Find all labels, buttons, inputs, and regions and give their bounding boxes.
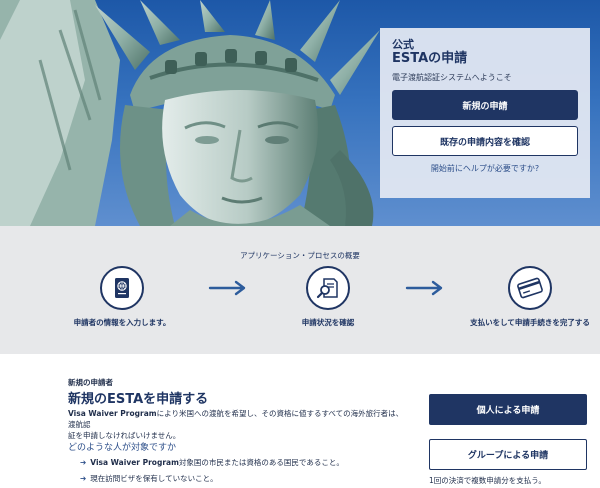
section-label: 新規の申請者	[68, 378, 113, 387]
check-existing-application-button[interactable]: 既存の申請内容を確認	[392, 126, 578, 156]
step-label-pay-complete: 支払いをして申請手続きを完了する	[470, 318, 590, 327]
official-label: 公式	[392, 38, 414, 51]
welcome-text: 電子渡航認証システムへようこそ	[392, 73, 512, 82]
arrow-right-icon	[405, 280, 443, 296]
esta-application-card: 公式 ESTAの申請 電子渡航認証システムへようこそ 新規の申請 既存の申請内容…	[380, 28, 590, 198]
new-applicant-section: 新規の申請者 新規のESTAを申請する Visa Waiver Programに…	[0, 354, 600, 488]
card-title: ESTAの申請	[392, 51, 468, 66]
hero-banner: 公式 ESTAの申請 電子渡航認証システムへようこそ 新規の申請 既存の申請内容…	[0, 0, 600, 226]
bullet-text: 対象国の市民または資格のある国民であること。	[178, 458, 344, 467]
intro-program-name: Visa Waiver Program	[68, 409, 157, 418]
bullet-arrow-icon: ➔	[80, 458, 87, 467]
bullet-program-name: Visa Waiver Program	[90, 458, 179, 467]
credit-card-icon	[508, 266, 552, 310]
help-link[interactable]: 開始前にヘルプが必要ですか?	[392, 163, 578, 174]
section-title: 新規のESTAを申請する	[68, 392, 209, 407]
bullet-arrow-icon: ➔	[80, 474, 87, 483]
step-label-enter-info: 申請者の情報を入力します。	[73, 318, 171, 327]
new-application-button[interactable]: 新規の申請	[392, 90, 578, 120]
intro-line2: 証を申請しなければいけません。	[68, 431, 181, 440]
eligibility-heading: どのような人が対象ですか	[68, 443, 177, 453]
process-overview: アプリケーション・プロセスの概要 申請者の情報を入力します。 申請状況を確認 支…	[0, 226, 600, 354]
intro-text: Visa Waiver Programにより米国への渡航を希望し、その資格に値す…	[68, 408, 408, 441]
step-label-check-status: 申請状況を確認	[301, 318, 355, 327]
arrow-right-icon	[208, 280, 246, 296]
individual-application-button[interactable]: 個人による申請	[429, 394, 587, 425]
group-application-button[interactable]: グループによる申請	[429, 439, 587, 470]
list-item: ➔ Visa Waiver Program対象国の市民または資格のある国民であるこ…	[80, 457, 344, 468]
bullet-text: 現在訪問ビザを保有していないこと。	[90, 474, 218, 483]
list-item: ➔ 現在訪問ビザを保有していないこと。	[80, 473, 218, 484]
passport-icon	[100, 266, 144, 310]
group-note: 1回の決済で複数申請分を支払う。	[429, 476, 546, 485]
process-title: アプリケーション・プロセスの概要	[240, 251, 360, 260]
document-search-icon	[306, 266, 350, 310]
